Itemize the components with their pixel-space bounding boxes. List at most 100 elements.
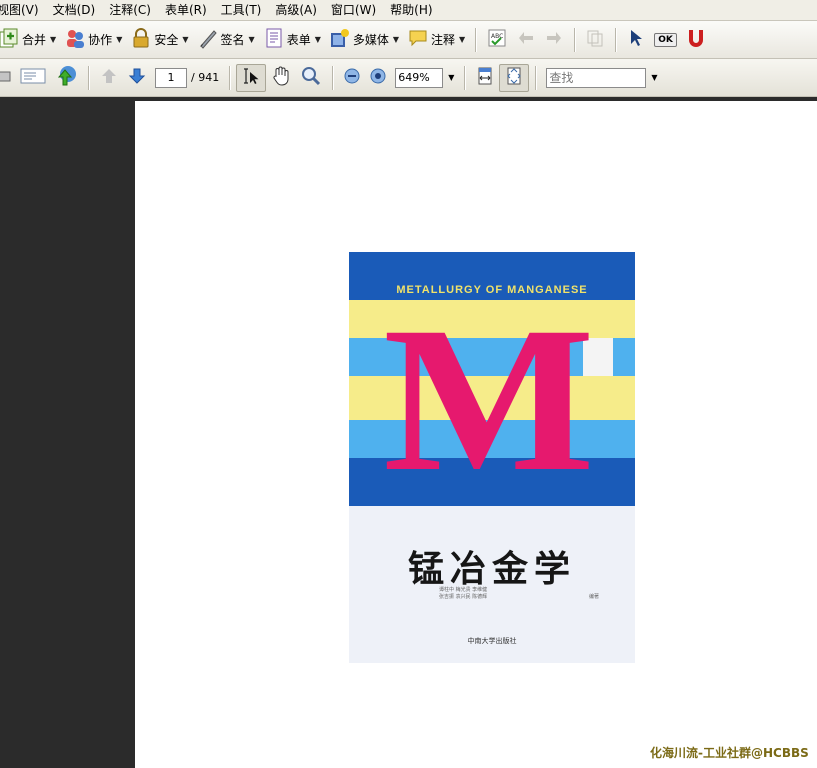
find-input[interactable]: 查找 (546, 67, 647, 88)
watermark-text: 化海川流-工业社群@HCBBS (650, 746, 809, 760)
select-text-tool-button[interactable] (236, 63, 267, 92)
fit-page-icon (504, 66, 524, 89)
navigation-toolbar: 1 / 941 649% ▼ 查找 ▼ (0, 59, 817, 97)
arrow-pointer-icon (626, 28, 646, 51)
page-count: / 941 (191, 71, 220, 84)
cover-letter-m: M (383, 284, 596, 514)
media-tool-button[interactable] (681, 26, 711, 54)
menu-comments[interactable]: 注释(C) (102, 0, 158, 21)
next-page-button[interactable] (123, 64, 151, 92)
secure-dropdown-icon: ▼ (182, 35, 189, 44)
arrow-down-icon (127, 66, 147, 89)
menu-advanced[interactable]: 高级(A) (268, 0, 324, 21)
redo-button[interactable] (540, 26, 568, 54)
comment-button[interactable]: 注释 ▼ (403, 26, 469, 54)
collaborate-button[interactable]: 协作 ▼ (60, 26, 126, 54)
menu-forms[interactable]: 表单(R) (158, 0, 214, 21)
spellcheck-icon: ABC (486, 27, 508, 52)
lock-icon (130, 27, 152, 52)
form-icon (263, 27, 285, 52)
copy-button[interactable] (581, 26, 609, 54)
printer-icon (0, 66, 12, 89)
forms-dropdown-icon: ▼ (314, 35, 321, 44)
pen-icon (197, 27, 219, 52)
fit-page-button[interactable] (499, 63, 530, 92)
fit-width-button[interactable] (471, 64, 499, 92)
menu-tools[interactable]: 工具(T) (214, 0, 269, 21)
find-box[interactable]: 查找 ▼ (542, 64, 661, 92)
globe-upload-icon (54, 65, 78, 90)
menu-document[interactable]: 文档(D) (46, 0, 103, 21)
toolbar-separator (475, 27, 477, 52)
zoom-out-icon (343, 67, 361, 88)
combine-icon (0, 27, 20, 52)
hand-tool-button[interactable] (266, 64, 296, 92)
forms-label: 表单 (286, 33, 311, 47)
zoom-level-input[interactable]: 649% (395, 67, 444, 88)
svg-text:ABC: ABC (491, 33, 503, 40)
toolbar-separator (229, 65, 231, 90)
upload-button[interactable] (50, 64, 82, 92)
comment-icon (407, 27, 429, 52)
cover-authors-line-1: 谭柱中 梅光贵 李维健 (439, 587, 488, 593)
comment-label: 注释 (431, 33, 456, 47)
zoom-in-button[interactable] (365, 64, 391, 92)
zoom-in-icon (369, 67, 387, 88)
zoom-out-button[interactable] (339, 64, 365, 92)
print-button[interactable] (0, 64, 16, 92)
toolbar-separator (464, 65, 466, 90)
menu-help[interactable]: 帮助(H) (383, 0, 439, 21)
collaborate-icon (64, 27, 86, 52)
acrobat-window: 视图(V) 文档(D) 注释(C) 表单(R) 工具(T) 高级(A) 窗口(W… (0, 0, 817, 768)
toolbar-separator (574, 27, 576, 52)
menu-window[interactable]: 窗口(W) (324, 0, 383, 21)
combine-dropdown-icon: ▼ (50, 35, 57, 44)
forms-button[interactable]: 表单 ▼ (259, 26, 325, 54)
collaborate-dropdown-icon: ▼ (116, 35, 123, 44)
cover-chinese-title: 锰冶金学 (407, 549, 576, 590)
document-viewport[interactable]: METALLURGY OF MANGANESE M 锰冶金学 谭柱中 梅光贵 李… (0, 97, 817, 768)
text-cursor-icon (241, 66, 261, 89)
copy-icon (585, 28, 605, 51)
page-navigator: 1 / 941 (151, 64, 223, 92)
combine-button[interactable]: 合并 ▼ (0, 26, 60, 54)
multimedia-icon (329, 27, 351, 52)
cover-publisher: 中南大学出版社 (467, 637, 517, 645)
menu-view[interactable]: 视图(V) (0, 0, 46, 21)
page-number-input[interactable]: 1 (155, 67, 187, 88)
toolbar-separator (332, 65, 334, 90)
zoom-dropdown-icon[interactable]: ▼ (448, 73, 454, 82)
previous-page-button[interactable] (95, 64, 123, 92)
comment-dropdown-icon: ▼ (459, 35, 466, 44)
cover-authors-suffix: 编著 (588, 594, 599, 600)
arrow-up-icon (99, 66, 119, 89)
zoom-select[interactable]: 649% ▼ (391, 64, 458, 92)
secure-button[interactable]: 安全 ▼ (126, 26, 192, 54)
spellcheck-button[interactable]: ABC (482, 26, 512, 54)
marquee-zoom-button[interactable] (296, 64, 326, 92)
envelope-icon (20, 66, 46, 89)
select-tool-button[interactable] (622, 26, 650, 54)
toolbar-separator (88, 65, 89, 90)
sign-label: 签名 (220, 33, 245, 47)
hand-icon (270, 65, 292, 90)
undo-button[interactable] (512, 26, 540, 54)
toolbar-separator (535, 65, 537, 90)
collaborate-label: 协作 (88, 33, 113, 47)
ok-button[interactable]: OK (650, 26, 681, 54)
ok-icon: OK (654, 32, 677, 47)
email-button[interactable] (16, 64, 50, 92)
magnet-icon (685, 27, 707, 52)
cover-authors-line-2: 张吉振 袁兴民 陈德辉 (439, 594, 488, 600)
undo-icon (516, 28, 536, 51)
sign-button[interactable]: 签名 ▼ (193, 26, 259, 54)
menu-bar: 视图(V) 文档(D) 注释(C) 表单(R) 工具(T) 高级(A) 窗口(W… (0, 0, 817, 21)
redo-icon (544, 28, 564, 51)
pdf-page: METALLURGY OF MANGANESE M 锰冶金学 谭柱中 梅光贵 李… (135, 101, 817, 768)
multimedia-dropdown-icon: ▼ (392, 35, 400, 44)
multimedia-button[interactable]: 多媒体 ▼ (325, 26, 403, 54)
multimedia-label: 多媒体 (352, 33, 389, 47)
find-dropdown-icon[interactable]: ▼ (651, 73, 657, 82)
book-cover-image: METALLURGY OF MANGANESE M 锰冶金学 谭柱中 梅光贵 李… (349, 252, 635, 663)
combine-label: 合并 (22, 33, 47, 47)
